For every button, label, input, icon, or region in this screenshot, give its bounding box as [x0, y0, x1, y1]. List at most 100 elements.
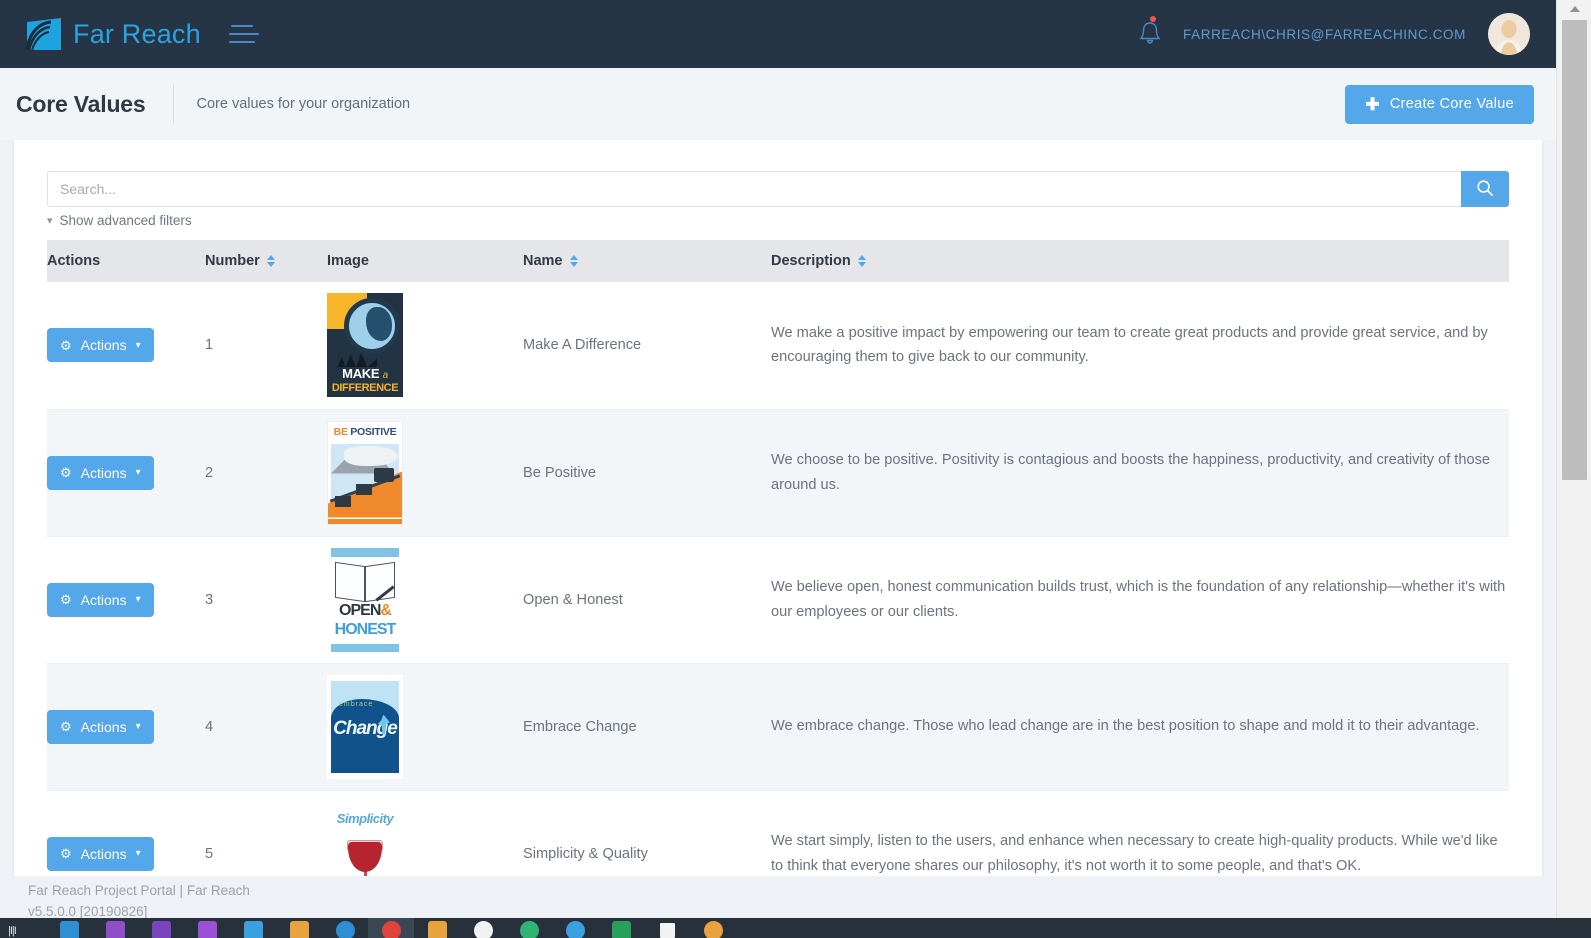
taskbar-app-window[interactable] — [644, 918, 690, 938]
brand-logo-link[interactable]: Far Reach — [25, 17, 201, 51]
header-divider — [173, 84, 175, 124]
cell-name: Embrace Change — [523, 718, 637, 735]
taskbar-app-blue-cone[interactable] — [230, 918, 276, 938]
content-card: ▾ Show advanced filters Actions Number — [14, 140, 1542, 917]
chevron-down-icon: ▾ — [47, 215, 53, 227]
row-actions-button[interactable]: ⚙ Actions ▾ — [47, 709, 154, 744]
poster-caption-top: Simplicity — [336, 810, 394, 826]
show-advanced-filters-toggle[interactable]: ▾ Show advanced filters — [47, 213, 192, 228]
cell-description: We choose to be positive. Positivity is … — [771, 452, 1491, 493]
taskbar-app-white[interactable] — [460, 918, 506, 938]
row-actions-label: Actions — [80, 591, 127, 608]
cell-image: BE POSITIVE — [327, 409, 523, 536]
row-actions-button[interactable]: ⚙ Actions ▾ — [47, 328, 154, 363]
taskbar-app-purple-2[interactable] — [138, 918, 184, 938]
vertical-scrollbar[interactable] — [1556, 0, 1591, 918]
cell-actions: ⚙ Actions ▾ — [47, 536, 205, 663]
scroll-up-arrow-icon[interactable] — [1557, 0, 1591, 18]
row-actions-label: Actions — [80, 337, 127, 354]
chevron-down-icon: ▾ — [135, 339, 141, 351]
bell-icon[interactable] — [1139, 16, 1161, 48]
taskbar-app-purple-1[interactable] — [92, 918, 138, 938]
poster-caption-bottom: HONEST — [334, 620, 397, 638]
row-actions-label: Actions — [80, 718, 127, 735]
cell-actions: ⚙ Actions ▾ — [47, 663, 205, 790]
column-header-actions: Actions — [47, 240, 205, 282]
row-actions-button[interactable]: ⚙ Actions ▾ — [47, 582, 154, 617]
plus-icon: ✚ — [1365, 94, 1380, 114]
avatar[interactable] — [1488, 13, 1530, 55]
gear-icon: ⚙ — [60, 592, 72, 607]
search-button[interactable] — [1461, 171, 1509, 207]
be-positive-poster: BE POSITIVE — [327, 420, 403, 525]
gear-icon: ⚙ — [60, 846, 72, 861]
taskbar-app-blue-dot[interactable] — [322, 918, 368, 938]
taskbar-app-orange[interactable] — [276, 918, 322, 938]
cell-number: 1 — [205, 337, 214, 354]
embrace-change-poster: embrace Change — [327, 674, 403, 779]
page-subtitle: Core values for your organization — [196, 96, 411, 112]
start-menu-icon: |I|I — [8, 925, 17, 937]
column-label: Image — [327, 253, 369, 269]
taskbar-app-folder[interactable] — [414, 918, 460, 938]
search-input[interactable] — [47, 171, 1461, 207]
footer-app-name: Far Reach Project Portal | Far Reach — [28, 883, 250, 898]
taskbar-app-amber[interactable] — [690, 918, 736, 938]
table-header: Actions Number Image Name Description — [47, 240, 1509, 282]
taskbar-app-green[interactable] — [506, 918, 552, 938]
cell-number: 3 — [205, 591, 214, 608]
taskbar-app-red-rec[interactable] — [368, 918, 414, 938]
gear-icon: ⚙ — [60, 719, 72, 734]
search-icon — [1476, 179, 1494, 200]
taskbar-file-explorer[interactable] — [46, 918, 92, 938]
column-header-description[interactable]: Description — [771, 240, 1509, 282]
create-core-value-button[interactable]: ✚ Create Core Value — [1345, 84, 1534, 124]
chevron-down-icon: ▾ — [135, 721, 141, 732]
taskbar-app-purple-3[interactable] — [184, 918, 230, 938]
os-taskbar: |I|I — [0, 918, 1591, 938]
chevron-down-icon: ▾ — [135, 594, 141, 605]
cell-description: We believe open, honest communication bu… — [771, 579, 1506, 620]
page-footer: Far Reach Project Portal | Far Reach v5.… — [0, 876, 1556, 920]
sort-icon[interactable] — [569, 255, 578, 267]
vertical-scrollbar-thumb[interactable] — [1562, 20, 1587, 480]
cell-actions: ⚙ Actions ▾ — [47, 409, 205, 536]
taskbar-app-cyan[interactable] — [552, 918, 598, 938]
poster-caption-mid: a — [382, 369, 389, 381]
column-header-name[interactable]: Name — [523, 240, 771, 282]
search-bar — [47, 171, 1509, 207]
cell-description: We make a positive impact by empowering … — [771, 325, 1488, 366]
page-header-bar: Core Values Core values for your organiz… — [0, 68, 1556, 140]
table-row: ⚙ Actions ▾ 2 BE POSITIVE Be Positive We… — [47, 409, 1509, 536]
poster-caption-top: embrace — [339, 700, 374, 708]
column-label: Actions — [47, 253, 101, 269]
notification-dot — [1150, 16, 1157, 22]
cell-number: 2 — [205, 464, 214, 481]
row-actions-button[interactable]: ⚙ Actions ▾ — [47, 455, 154, 490]
poster-caption-top: BE — [333, 425, 348, 438]
sort-icon[interactable] — [266, 255, 275, 267]
far-reach-logo-icon — [25, 17, 63, 51]
page-title: Core Values — [16, 90, 146, 117]
column-header-image: Image — [327, 240, 523, 282]
column-label: Name — [523, 253, 563, 269]
cell-name: Be Positive — [523, 464, 597, 481]
hamburger-menu-icon[interactable] — [228, 21, 263, 47]
make-a-difference-poster: MAKE a DIFFERENCE — [327, 293, 403, 398]
taskbar-app-excel[interactable] — [598, 918, 644, 938]
table-body: ⚙ Actions ▾ 1 MAKE a DIFFERENCE Make A D… — [47, 282, 1509, 917]
table-header-row: Actions Number Image Name Description — [47, 240, 1509, 282]
column-label: Number — [205, 253, 260, 269]
cell-name: Make A Difference — [523, 337, 642, 354]
column-header-number[interactable]: Number — [205, 240, 327, 282]
row-actions-button[interactable]: ⚙ Actions ▾ — [47, 836, 154, 871]
poster-caption-mid: POSITIVE — [350, 425, 397, 438]
taskbar-start-button[interactable]: |I|I — [0, 918, 46, 938]
user-account-link[interactable]: FARREACH\CHRIS@FARREACHINC.COM — [1183, 27, 1466, 42]
row-actions-label: Actions — [80, 845, 127, 862]
top-nav-right-group: FARREACH\CHRIS@FARREACHINC.COM — [1139, 13, 1556, 55]
cell-image: MAKE a DIFFERENCE — [327, 282, 523, 409]
top-navigation-bar: Far Reach FARREACH\CHRIS@FARREACHINC.COM — [0, 0, 1556, 68]
sort-icon[interactable] — [857, 255, 866, 267]
app-root: Far Reach FARREACH\CHRIS@FARREACHINC.COM — [0, 0, 1591, 938]
